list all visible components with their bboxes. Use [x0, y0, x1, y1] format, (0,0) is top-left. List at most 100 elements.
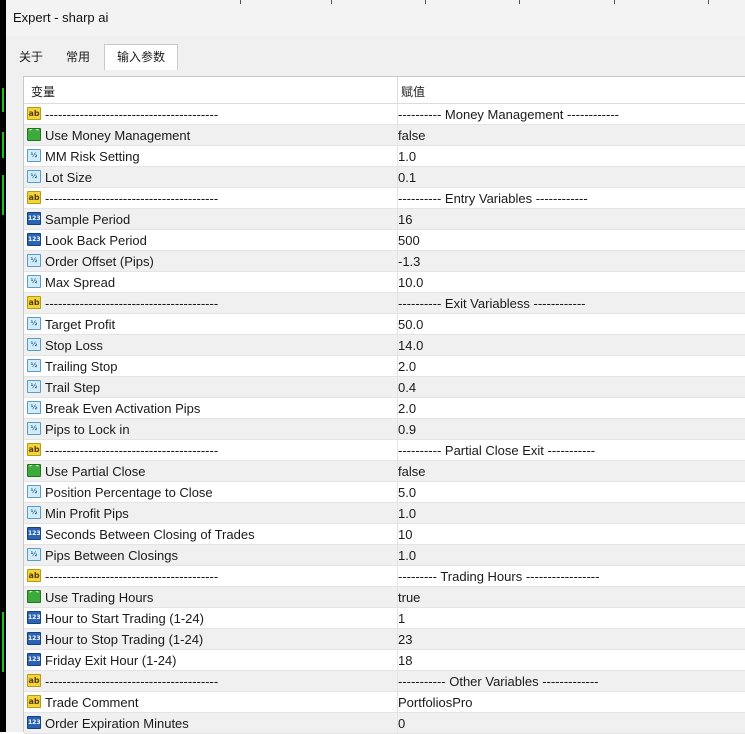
table-row[interactable]: 123 Order Expiration Minutes 0	[24, 713, 745, 734]
variable-value[interactable]: ----------- Other Variables ------------…	[398, 674, 598, 689]
variable-value[interactable]: ---------- Partial Close Exit ----------…	[398, 443, 595, 458]
variable-value[interactable]: 0.4	[398, 380, 416, 395]
tab-about[interactable]: 关于	[12, 46, 50, 68]
table-row[interactable]: 123 Look Back Period 500	[24, 230, 745, 251]
value-cell[interactable]	[398, 482, 745, 503]
value-cell[interactable]	[398, 272, 745, 293]
variable-name: Friday Exit Hour (1-24)	[45, 653, 177, 668]
double-type-icon: ½	[27, 380, 41, 393]
column-header-variable[interactable]: 变量	[31, 83, 55, 100]
variable-value[interactable]: 16	[398, 212, 412, 227]
table-row[interactable]: 123 Hour to Start Trading (1-24) 1	[24, 608, 745, 629]
value-cell[interactable]	[398, 167, 745, 188]
variable-value[interactable]: 1	[398, 611, 405, 626]
value-cell[interactable]	[398, 251, 745, 272]
table-row[interactable]: ½ Max Spread 10.0	[24, 272, 745, 293]
value-cell[interactable]	[398, 356, 745, 377]
variable-value[interactable]: 2.0	[398, 401, 416, 416]
variable-name: Stop Loss	[45, 338, 103, 353]
variable-value[interactable]: 1.0	[398, 506, 416, 521]
table-row[interactable]: ½ MM Risk Setting 1.0	[24, 146, 745, 167]
variable-value[interactable]: -1.3	[398, 254, 420, 269]
table-row[interactable]: 123 Hour to Stop Trading (1-24) 23	[24, 629, 745, 650]
value-cell[interactable]	[398, 503, 745, 524]
value-cell[interactable]	[398, 587, 745, 608]
variable-value[interactable]: PortfoliosPro	[398, 695, 472, 710]
string-type-icon: ab	[27, 296, 41, 309]
variable-value[interactable]: 10	[398, 527, 412, 542]
variable-value[interactable]: 18	[398, 653, 412, 668]
variable-name: MM Risk Setting	[45, 149, 140, 164]
table-row[interactable]: ½ Stop Loss 14.0	[24, 335, 745, 356]
table-row[interactable]: ½ Target Profit 50.0	[24, 314, 745, 335]
table-row[interactable]: ½ Lot Size 0.1	[24, 167, 745, 188]
integer-type-icon: 123	[27, 716, 41, 729]
table-row[interactable]: ab --------------------------------------…	[24, 293, 745, 314]
variable-name: Use Partial Close	[45, 464, 146, 479]
value-cell[interactable]	[398, 419, 745, 440]
variable-value[interactable]: 50.0	[398, 317, 423, 332]
tab-inputs[interactable]: 输入参数	[104, 44, 178, 70]
value-cell[interactable]	[398, 629, 745, 650]
value-cell[interactable]	[398, 125, 745, 146]
bool-type-icon: ⌒	[27, 128, 41, 141]
table-row[interactable]: ½ Position Percentage to Close 5.0	[24, 482, 745, 503]
table-row[interactable]: 123 Seconds Between Closing of Trades 10	[24, 524, 745, 545]
table-row[interactable]: ½ Order Offset (Pips) -1.3	[24, 251, 745, 272]
window-titlebar[interactable]: Expert - sharp ai	[6, 0, 745, 37]
variable-value[interactable]: 1.0	[398, 548, 416, 563]
bool-type-icon: ⌒	[27, 590, 41, 603]
value-cell[interactable]	[398, 608, 745, 629]
expert-properties-dialog: 关于 常用 输入参数 变量 赋值 ab ---------------------…	[6, 36, 745, 734]
variable-value[interactable]: 0.1	[398, 170, 416, 185]
table-row[interactable]: 123 Friday Exit Hour (1-24) 18	[24, 650, 745, 671]
table-row[interactable]: ½ Trailing Stop 2.0	[24, 356, 745, 377]
variable-value[interactable]: ---------- Exit Variabless ------------	[398, 296, 585, 311]
variable-value[interactable]: 2.0	[398, 359, 416, 374]
column-header-value[interactable]: 赋值	[401, 83, 425, 100]
variable-value[interactable]: true	[398, 590, 420, 605]
value-cell[interactable]	[398, 713, 745, 734]
table-row[interactable]: ⌒ Use Trading Hours true	[24, 587, 745, 608]
variable-value[interactable]: ---------- Money Management ------------	[398, 107, 619, 122]
table-row[interactable]: ½ Break Even Activation Pips 2.0	[24, 398, 745, 419]
variable-value[interactable]: ---------- Entry Variables ------------	[398, 191, 588, 206]
value-cell[interactable]	[398, 230, 745, 251]
value-cell[interactable]	[398, 398, 745, 419]
value-cell[interactable]	[398, 146, 745, 167]
table-row[interactable]: ab --------------------------------------…	[24, 104, 745, 125]
table-row[interactable]: ½ Min Profit Pips 1.0	[24, 503, 745, 524]
value-cell[interactable]	[398, 524, 745, 545]
table-row[interactable]: ⌒ Use Partial Close false	[24, 461, 745, 482]
value-cell[interactable]	[398, 461, 745, 482]
tab-common[interactable]: 常用	[56, 46, 100, 68]
table-row[interactable]: ab --------------------------------------…	[24, 440, 745, 461]
value-cell[interactable]	[398, 650, 745, 671]
table-row[interactable]: ½ Pips to Lock in 0.9	[24, 419, 745, 440]
variable-value[interactable]: 0.9	[398, 422, 416, 437]
table-row[interactable]: ab --------------------------------------…	[24, 188, 745, 209]
variable-value[interactable]: false	[398, 464, 425, 479]
table-row[interactable]: ½ Pips Between Closings 1.0	[24, 545, 745, 566]
variable-value[interactable]: 10.0	[398, 275, 423, 290]
value-cell[interactable]	[398, 377, 745, 398]
table-row[interactable]: 123 Sample Period 16	[24, 209, 745, 230]
table-row[interactable]: ⌒ Use Money Management false	[24, 125, 745, 146]
variable-value[interactable]: 0	[398, 716, 405, 731]
table-row[interactable]: ab --------------------------------------…	[24, 671, 745, 692]
table-row[interactable]: ab Trade Comment PortfoliosPro	[24, 692, 745, 713]
table-row[interactable]: ½ Trail Step 0.4	[24, 377, 745, 398]
variable-value[interactable]: 14.0	[398, 338, 423, 353]
value-cell[interactable]	[398, 314, 745, 335]
variable-value[interactable]: --------- Trading Hours ----------------…	[398, 569, 599, 584]
variable-value[interactable]: 5.0	[398, 485, 416, 500]
variable-value[interactable]: 1.0	[398, 149, 416, 164]
variable-value[interactable]: false	[398, 128, 425, 143]
value-cell[interactable]	[398, 209, 745, 230]
table-row[interactable]: ab --------------------------------------…	[24, 566, 745, 587]
variable-value[interactable]: 23	[398, 632, 412, 647]
value-cell[interactable]	[398, 545, 745, 566]
variable-name: ----------------------------------------	[45, 674, 219, 689]
variable-value[interactable]: 500	[398, 233, 420, 248]
value-cell[interactable]	[398, 335, 745, 356]
